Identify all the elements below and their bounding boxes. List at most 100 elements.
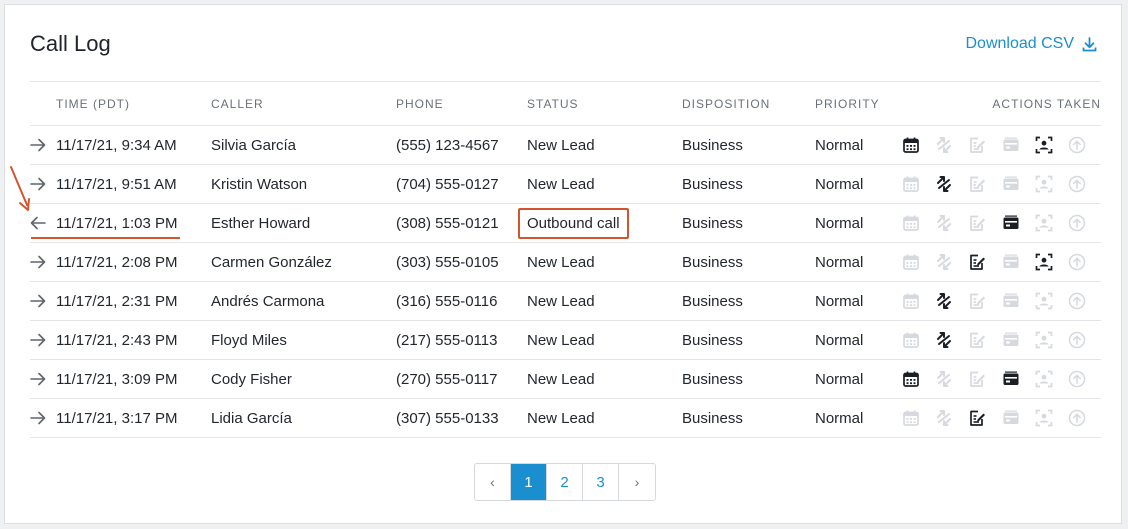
note-icon[interactable] [968, 212, 1001, 234]
card-icon[interactable] [1002, 329, 1035, 351]
column-header-phone: PHONE [396, 81, 527, 126]
status-text: New Lead [527, 331, 595, 349]
phone-number: (270) 555-0117 [396, 359, 527, 399]
transfer-icon[interactable] [935, 212, 968, 234]
note-icon[interactable] [968, 251, 1001, 273]
upload-icon[interactable] [1068, 251, 1101, 273]
calendar-icon[interactable] [902, 173, 935, 195]
actions-taken [899, 329, 1101, 351]
table-row[interactable]: 11/17/21, 9:34 AM Silvia García (555) 12… [30, 125, 1101, 165]
disposition: Business [682, 164, 815, 204]
upload-icon[interactable] [1068, 134, 1101, 156]
transfer-icon[interactable] [935, 251, 968, 273]
call-time: 11/17/21, 9:34 AM [56, 136, 177, 154]
download-csv-link[interactable]: Download CSV [966, 35, 1098, 53]
table-row[interactable]: 11/17/21, 9:51 AM Kristin Watson (704) 5… [30, 164, 1101, 204]
card-icon[interactable] [1002, 251, 1035, 273]
call-time: 11/17/21, 1:03 PM [56, 214, 178, 232]
table-row[interactable]: 11/17/21, 3:17 PM Lidia García (307) 555… [30, 398, 1101, 438]
upload-icon[interactable] [1068, 173, 1101, 195]
pagination: ‹ 1 2 3 › [474, 463, 656, 501]
column-header-time: TIME (PDT) [56, 96, 130, 111]
status-text: New Lead [527, 175, 595, 193]
card-icon[interactable] [1002, 368, 1035, 390]
table-row[interactable]: 11/17/21, 2:08 PM Carmen González (303) … [30, 242, 1101, 282]
actions-taken [899, 368, 1101, 390]
disposition: Business [682, 125, 815, 165]
note-icon[interactable] [968, 368, 1001, 390]
upload-icon[interactable] [1068, 290, 1101, 312]
status-text: New Lead [527, 136, 595, 154]
pagination-page-1[interactable]: 1 [511, 464, 547, 500]
card-icon[interactable] [1002, 173, 1035, 195]
card-icon[interactable] [1002, 134, 1035, 156]
table-row[interactable]: 11/17/21, 2:31 PM Andrés Carmona (316) 5… [30, 281, 1101, 321]
status-text: New Lead [527, 292, 595, 310]
pagination-page-3[interactable]: 3 [583, 464, 619, 500]
pagination-page-2[interactable]: 2 [547, 464, 583, 500]
card-icon[interactable] [1002, 407, 1035, 429]
contact-icon[interactable] [1035, 134, 1068, 156]
transfer-icon[interactable] [935, 368, 968, 390]
calendar-icon[interactable] [902, 329, 935, 351]
column-header-actions: ACTIONS TAKEN [899, 81, 1101, 126]
inbound-arrow-icon [30, 255, 56, 269]
call-log-table-wrap: TIME (PDT) CALLER PHONE STATUS DISPOSITI… [30, 81, 1101, 438]
download-csv-label: Download CSV [965, 35, 1075, 52]
annotation-arrow-icon [10, 166, 30, 211]
table-row[interactable]: 11/17/21, 1:03 PM Esther Howard (308) 55… [30, 203, 1101, 243]
column-header-caller: CALLER [211, 81, 396, 126]
note-icon[interactable] [968, 407, 1001, 429]
upload-icon[interactable] [1068, 368, 1101, 390]
calendar-icon[interactable] [902, 251, 935, 273]
caller-name: Floyd Miles [211, 320, 396, 360]
note-icon[interactable] [968, 290, 1001, 312]
column-header-priority: PRIORITY [815, 81, 899, 126]
note-icon[interactable] [968, 134, 1001, 156]
transfer-icon[interactable] [935, 134, 968, 156]
status-text: Outbound call [527, 214, 620, 232]
actions-taken [899, 290, 1101, 312]
phone-number: (704) 555-0127 [396, 164, 527, 204]
transfer-icon[interactable] [935, 290, 968, 312]
contact-icon[interactable] [1035, 251, 1068, 273]
note-icon[interactable] [968, 173, 1001, 195]
card-icon[interactable] [1002, 290, 1035, 312]
upload-icon[interactable] [1068, 329, 1101, 351]
contact-icon[interactable] [1035, 368, 1068, 390]
caller-name: Silvia García [211, 125, 396, 165]
calendar-icon[interactable] [902, 134, 935, 156]
caller-name: Carmen González [211, 242, 396, 282]
column-header-status: STATUS [527, 81, 682, 126]
calendar-icon[interactable] [902, 212, 935, 234]
priority: Normal [815, 242, 899, 282]
contact-icon[interactable] [1035, 212, 1068, 234]
calendar-icon[interactable] [902, 368, 935, 390]
call-time: 11/17/21, 2:43 PM [56, 331, 178, 349]
actions-taken [899, 173, 1101, 195]
card-icon[interactable] [1002, 212, 1035, 234]
transfer-icon[interactable] [935, 407, 968, 429]
upload-icon[interactable] [1068, 407, 1101, 429]
contact-icon[interactable] [1035, 329, 1068, 351]
calendar-icon[interactable] [902, 290, 935, 312]
status-text: New Lead [527, 370, 595, 388]
call-log-card: Call Log Download CSV TIME (PDT) CALLER … [4, 4, 1122, 524]
calendar-icon[interactable] [902, 407, 935, 429]
contact-icon[interactable] [1035, 407, 1068, 429]
note-icon[interactable] [968, 329, 1001, 351]
disposition: Business [682, 281, 815, 321]
transfer-icon[interactable] [935, 329, 968, 351]
upload-icon[interactable] [1068, 212, 1101, 234]
pagination-prev-button[interactable]: ‹ [475, 464, 511, 500]
table-row[interactable]: 11/17/21, 2:43 PM Floyd Miles (217) 555-… [30, 320, 1101, 360]
priority: Normal [815, 359, 899, 399]
transfer-icon[interactable] [935, 173, 968, 195]
contact-icon[interactable] [1035, 173, 1068, 195]
table-row[interactable]: 11/17/21, 3:09 PM Cody Fisher (270) 555-… [30, 359, 1101, 399]
status-text: New Lead [527, 409, 595, 427]
caller-name: Cody Fisher [211, 359, 396, 399]
pagination-next-button[interactable]: › [619, 464, 655, 500]
contact-icon[interactable] [1035, 290, 1068, 312]
disposition: Business [682, 320, 815, 360]
